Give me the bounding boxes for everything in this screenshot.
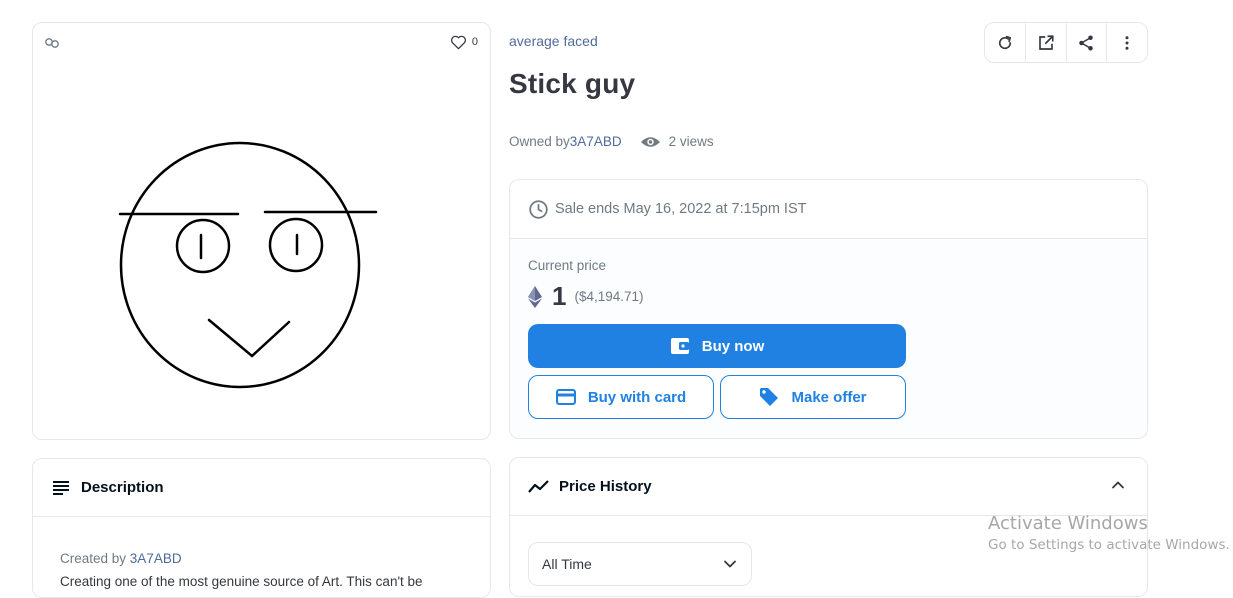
description-panel: Description Created by 3A7ABD Creating o…: [32, 458, 491, 598]
clock-icon: [529, 199, 548, 219]
favorite-button[interactable]: 0: [450, 34, 478, 50]
sale-end-text: Sale ends May 16, 2022 at 7:15pm IST: [555, 201, 807, 217]
ethereum-icon: [528, 285, 542, 308]
credit-card-icon: [555, 389, 576, 405]
favorites-count: 0: [471, 36, 478, 48]
heart-icon: [450, 35, 466, 50]
buy-with-card-button[interactable]: Buy with card: [528, 375, 714, 419]
description-header[interactable]: Description: [33, 459, 490, 517]
created-by-row: Created by 3A7ABD: [60, 551, 182, 566]
share-icon: [1079, 35, 1094, 50]
price-value: 1: [552, 281, 567, 311]
refresh-button[interactable]: [985, 23, 1026, 62]
time-range-select[interactable]: All Time: [528, 542, 752, 586]
chevron-up-icon[interactable]: [1111, 478, 1125, 492]
price-history-title: Price History: [559, 478, 652, 495]
item-actions-toolbar: [984, 22, 1148, 63]
share-button[interactable]: [1067, 23, 1108, 62]
current-price-label: Current price: [528, 258, 607, 273]
item-image-card: 0: [32, 22, 491, 440]
eye-icon: [640, 136, 660, 147]
price-row: 1 ($4,194.71): [528, 281, 644, 312]
make-offer-label: Make offer: [791, 388, 867, 406]
open-external-button[interactable]: [1026, 23, 1067, 62]
chain-icon: [45, 38, 59, 48]
more-options-button[interactable]: [1107, 23, 1147, 62]
wallet-icon: [670, 338, 689, 354]
views-counter: 2 views: [640, 134, 714, 149]
sale-end-header: Sale ends May 16, 2022 at 7:15pm IST: [510, 180, 1147, 239]
sale-panel: Sale ends May 16, 2022 at 7:15pm IST Cur…: [509, 179, 1148, 439]
trend-line-icon: [528, 479, 549, 493]
more-vertical-icon: [1125, 35, 1129, 50]
collection-link[interactable]: average faced: [509, 33, 598, 49]
refresh-icon: [998, 35, 1011, 49]
creator-link[interactable]: 3A7ABD: [130, 551, 182, 566]
owner-link[interactable]: 3A7ABD: [570, 134, 622, 149]
buy-now-button[interactable]: Buy now: [528, 324, 906, 368]
owner-row: Owned by 3A7ABD 2 views: [509, 134, 714, 149]
views-count: 2 views: [668, 134, 714, 149]
watermark-title: Activate Windows: [988, 513, 1148, 534]
watermark-subtitle: Go to Settings to activate Windows.: [988, 537, 1230, 553]
activate-windows-watermark: Activate Windows Go to Settings to activ…: [988, 513, 1230, 553]
owned-by-label: Owned by: [509, 134, 570, 149]
price-history-header[interactable]: Price History: [510, 458, 1147, 516]
tag-icon: [760, 388, 779, 406]
buy-with-card-label: Buy with card: [587, 388, 687, 406]
item-title: Stick guy: [509, 68, 636, 99]
open-external-icon: [1038, 34, 1054, 50]
time-range-value: All Time: [542, 556, 592, 572]
buy-now-label: Buy now: [701, 337, 765, 355]
description-text: Creating one of the most genuine source …: [60, 574, 423, 589]
chevron-down-icon: [724, 560, 736, 568]
price-usd: ($4,194.71): [574, 289, 644, 304]
stick-guy-artwork: [118, 141, 378, 389]
make-offer-button[interactable]: Make offer: [720, 375, 906, 419]
text-lines-icon: [53, 480, 69, 495]
description-title: Description: [81, 479, 164, 496]
created-by-label: Created by: [60, 551, 130, 566]
